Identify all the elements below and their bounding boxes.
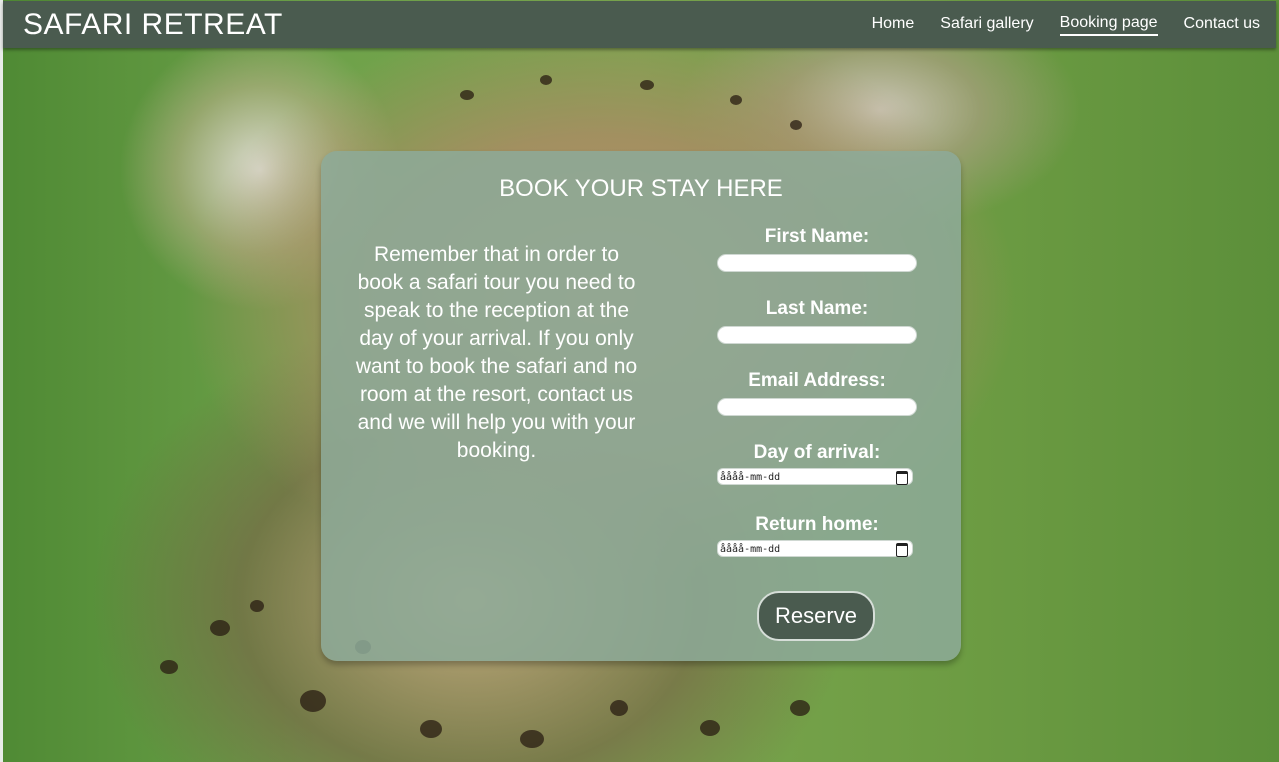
email-field-group: Email Address: — [717, 369, 917, 441]
top-navbar: SAFARI RETREAT Home Safari gallery Booki… — [3, 1, 1276, 48]
nav-link-contact-us[interactable]: Contact us — [1184, 15, 1260, 35]
email-label: Email Address: — [748, 370, 886, 391]
nav-link-home[interactable]: Home — [872, 15, 915, 35]
arrival-date-placeholder: åååå-mm-dd — [720, 472, 781, 483]
return-date-field-group: Return home: åååå-mm-dd — [717, 513, 917, 585]
last-name-label: Last Name: — [765, 298, 869, 319]
return-date-placeholder: åååå-mm-dd — [720, 544, 781, 555]
reserve-button[interactable]: Reserve — [757, 591, 875, 641]
last-name-field-group: Last Name: — [717, 297, 917, 369]
booking-form: First Name: Last Name: Email Address: Da… — [717, 225, 917, 585]
arrival-date-field-group: Day of arrival: åååå-mm-dd — [717, 441, 917, 513]
return-date-input[interactable]: åååå-mm-dd — [717, 540, 913, 557]
first-name-input[interactable] — [717, 254, 917, 272]
booking-title: BOOK YOUR STAY HERE — [499, 175, 783, 202]
site-logo-title[interactable]: SAFARI RETREAT — [23, 8, 283, 42]
nav-link-booking-page[interactable]: Booking page — [1059, 14, 1158, 36]
window-edge — [0, 0, 3, 762]
last-name-input[interactable] — [717, 326, 917, 344]
email-input[interactable] — [717, 398, 917, 416]
arrival-date-label: Day of arrival: — [753, 442, 881, 463]
return-date-label: Return home: — [755, 514, 879, 535]
booking-info-text: Remember that in order to book a safari … — [355, 243, 638, 462]
nav-link-safari-gallery[interactable]: Safari gallery — [940, 15, 1033, 35]
page: SAFARI RETREAT Home Safari gallery Booki… — [0, 0, 1279, 762]
nav-menu: Home Safari gallery Booking page Contact… — [846, 14, 1260, 36]
calendar-icon[interactable] — [896, 471, 908, 485]
arrival-date-input[interactable]: åååå-mm-dd — [717, 468, 913, 485]
booking-card: BOOK YOUR STAY HERE Remember that in ord… — [321, 151, 961, 661]
first-name-field-group: First Name: — [717, 225, 917, 297]
first-name-label: First Name: — [764, 226, 870, 247]
calendar-icon[interactable] — [896, 543, 908, 557]
